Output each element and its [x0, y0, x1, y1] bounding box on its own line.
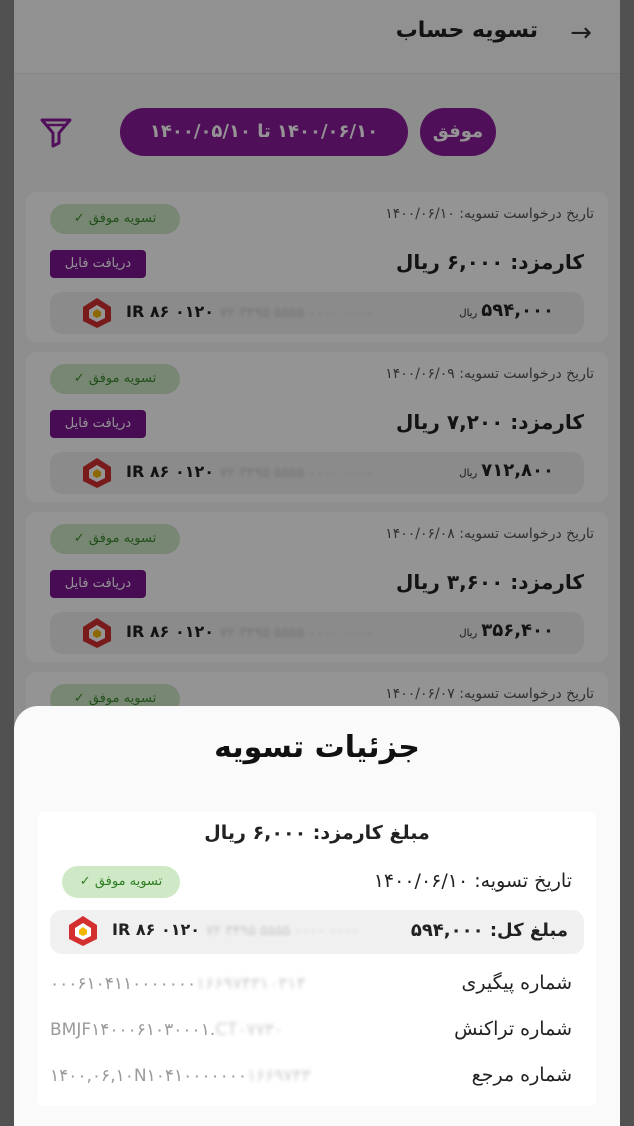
total-amount: مبلغ کل: ۵۹۴,۰۰۰: [410, 920, 568, 941]
reference-number-masked: ۱۶۶۹۷۴۳: [247, 1066, 311, 1086]
details-card: مبلغ کارمزد: ۶,۰۰۰ ریال تاریخ تسویه: ۱۴۰…: [38, 812, 596, 1106]
transaction-number-row: شماره تراکنش BMJF۱۴۰۰۰۶۱۰۳۰۰۰۱.CT۰۷۷۳۰: [50, 1014, 584, 1048]
tracking-number-masked: ۱۶۶۹۷۴۳۱۰۳۱۴: [196, 974, 306, 994]
reference-number-row: شماره مرجع ۱۴۰۰,۰۶,۱۰N۱۰۴۱۰۰۰۰۰۰۰۱۶۶۹۷۴۳: [50, 1060, 584, 1094]
settlement-date: تاریخ تسویه: ۱۴۰۰/۰۶/۱۰: [373, 870, 572, 892]
tracking-number-value[interactable]: ۰۰۰۶۱۰۴۱۱۰۰۰۰۰۰۰۱۶۶۹۷۴۳۱۰۳۱۴: [50, 974, 306, 994]
iban-masked: ۷۲ ۳۴۹۵ ۵۵۵۵ ۰۰۰۰ ۰۰۰۰: [206, 923, 360, 939]
transaction-number-label: شماره تراکنش: [454, 1018, 572, 1040]
transaction-number-value[interactable]: BMJF۱۴۰۰۰۶۱۰۳۰۰۰۱.CT۰۷۷۳۰: [50, 1020, 283, 1040]
tracking-number-row: شماره پیگیری ۰۰۰۶۱۰۴۱۱۰۰۰۰۰۰۰۱۶۶۹۷۴۳۱۰۳۱…: [50, 968, 584, 1002]
settlement-details-sheet: جزئیات تسویه مبلغ کارمزد: ۶,۰۰۰ ریال تار…: [14, 706, 620, 1126]
sheet-title: جزئیات تسویه: [214, 730, 420, 765]
bank-logo-icon: [69, 916, 97, 946]
iban: IR ۸۶ ۰۱۲۰ ۷۲ ۳۴۹۵ ۵۵۵۵ ۰۰۰۰ ۰۰۰۰: [112, 920, 360, 939]
total-amount-row: مبلغ کل: ۵۹۴,۰۰۰ IR ۸۶ ۰۱۲۰ ۷۲ ۳۴۹۵ ۵۵۵۵ …: [50, 910, 584, 954]
fee-amount: مبلغ کارمزد: ۶,۰۰۰ ریال: [204, 822, 430, 844]
tracking-number-label: شماره پیگیری: [461, 972, 572, 994]
transaction-number-masked: CT۰۷۷۳۰: [215, 1020, 284, 1040]
reference-number-value[interactable]: ۱۴۰۰,۰۶,۱۰N۱۰۴۱۰۰۰۰۰۰۰۱۶۶۹۷۴۳: [50, 1066, 311, 1086]
reference-number-label: شماره مرجع: [471, 1064, 572, 1086]
status-badge: تسویه موفق ✓: [62, 866, 180, 898]
